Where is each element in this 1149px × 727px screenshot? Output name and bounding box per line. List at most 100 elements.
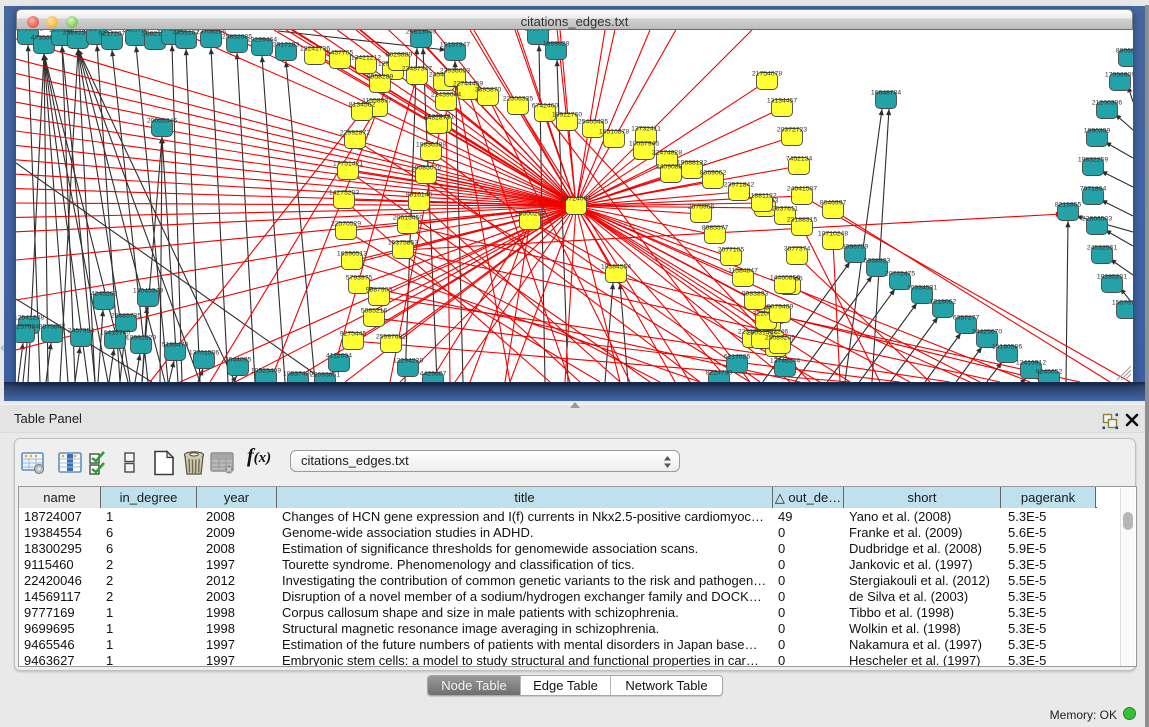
- svg-text:2457954: 2457954: [68, 328, 95, 335]
- svg-text:20372723: 20372723: [777, 127, 807, 134]
- svg-text:6482877: 6482877: [424, 115, 451, 122]
- svg-text:13241736: 13241736: [300, 46, 330, 53]
- svg-text:13421212: 13421212: [351, 55, 381, 62]
- svg-text:3395870: 3395870: [475, 87, 502, 94]
- svg-text:25089205: 25089205: [765, 335, 795, 342]
- svg-text:3644095: 3644095: [225, 357, 252, 364]
- svg-text:19523409: 19523409: [251, 368, 281, 375]
- svg-text:5938923: 5938923: [864, 258, 891, 265]
- svg-text:8134562: 8134562: [349, 102, 376, 109]
- svg-text:24532561: 24532561: [1087, 245, 1117, 252]
- svg-text:12541238: 12541238: [14, 315, 44, 322]
- svg-text:12416912: 12416912: [1016, 360, 1046, 367]
- svg-text:8224730: 8224730: [706, 370, 733, 377]
- svg-text:14275203: 14275203: [329, 190, 359, 197]
- svg-text:23188315: 23188315: [787, 217, 817, 224]
- svg-text:17956909: 17956909: [1105, 72, 1135, 79]
- svg-text:5685216: 5685216: [361, 308, 388, 315]
- svg-text:21754078: 21754078: [752, 71, 782, 78]
- svg-text:15157347: 15157347: [440, 42, 470, 49]
- svg-text:6742460: 6742460: [532, 103, 559, 110]
- svg-text:7452134: 7452134: [786, 156, 813, 163]
- svg-text:22306335: 22306335: [503, 96, 533, 103]
- svg-text:9958289: 9958289: [367, 74, 394, 81]
- svg-text:5793975: 5793975: [346, 275, 373, 282]
- svg-text:21439044: 21439044: [431, 92, 461, 99]
- svg-text:7671884: 7671884: [1080, 186, 1107, 193]
- svg-text:9875847: 9875847: [39, 324, 66, 331]
- svg-text:20053346: 20053346: [147, 118, 177, 125]
- svg-text:10057945: 10057945: [629, 141, 659, 148]
- svg-text:19836388: 19836388: [416, 142, 446, 149]
- svg-text:22570529: 22570529: [331, 221, 361, 228]
- svg-text:9275445: 9275445: [340, 331, 367, 338]
- svg-text:24641507: 24641507: [787, 186, 817, 193]
- svg-text:10837430: 10837430: [283, 371, 313, 378]
- svg-text:25465435: 25465435: [578, 119, 608, 126]
- svg-text:3677374: 3677374: [784, 246, 811, 253]
- svg-text:16510878: 16510878: [599, 129, 629, 136]
- svg-text:23971842: 23971842: [724, 182, 754, 189]
- svg-text:21257684: 21257684: [9, 324, 39, 331]
- svg-text:23487347: 23487347: [402, 66, 432, 73]
- svg-text:20772475: 20772475: [885, 271, 915, 278]
- svg-text:1890399: 1890399: [1084, 128, 1111, 135]
- svg-text:8646997: 8646997: [820, 200, 847, 207]
- svg-text:8806804: 8806804: [1116, 48, 1143, 55]
- svg-text:1218062: 1218062: [930, 299, 957, 306]
- svg-text:1999828: 1999828: [543, 41, 570, 48]
- svg-text:4429607: 4429607: [420, 371, 447, 378]
- svg-text:18724007: 18724007: [561, 196, 591, 203]
- svg-text:9816145: 9816145: [406, 192, 433, 199]
- svg-text:4245263: 4245263: [91, 291, 118, 298]
- svg-text:8079409: 8079409: [767, 304, 794, 311]
- svg-text:9217207: 9217207: [99, 31, 126, 38]
- svg-text:24425670: 24425670: [972, 329, 1002, 336]
- svg-text:13134457: 13134457: [767, 98, 797, 105]
- svg-text:18992829: 18992829: [126, 335, 156, 342]
- svg-text:10710248: 10710248: [818, 231, 848, 238]
- svg-text:22806503: 22806503: [1082, 216, 1112, 223]
- svg-text:9887903: 9887903: [366, 287, 393, 294]
- svg-text:19384554: 19384554: [601, 264, 631, 271]
- svg-text:8029889: 8029889: [386, 52, 413, 59]
- svg-text:10334531: 10334531: [907, 285, 937, 292]
- svg-text:22474828: 22474828: [652, 150, 682, 157]
- svg-text:20615450: 20615450: [393, 215, 423, 222]
- svg-text:13045349: 13045349: [133, 288, 163, 295]
- svg-text:21200396: 21200396: [1092, 100, 1122, 107]
- svg-text:13748244: 13748244: [770, 358, 800, 365]
- svg-text:6217026: 6217026: [724, 354, 751, 361]
- svg-text:19688132: 19688132: [677, 160, 707, 167]
- svg-text:5188470: 5188470: [162, 342, 189, 349]
- svg-text:3917183: 3917183: [273, 42, 300, 49]
- svg-text:6457765: 6457765: [327, 50, 354, 57]
- svg-text:11881122: 11881122: [747, 193, 776, 200]
- svg-text:15375853: 15375853: [388, 240, 418, 247]
- svg-text:8369062: 8369062: [700, 170, 727, 177]
- svg-text:18922760: 18922760: [552, 112, 582, 119]
- svg-text:22093651: 22093651: [310, 372, 340, 379]
- svg-text:4112034: 4112034: [326, 353, 352, 360]
- svg-text:9245652: 9245652: [1036, 369, 1063, 376]
- svg-text:23936053: 23936053: [440, 68, 470, 75]
- svg-text:16648784: 16648784: [871, 90, 901, 97]
- svg-text:15180586: 15180586: [992, 344, 1022, 351]
- svg-text:25300293: 25300293: [515, 211, 545, 218]
- svg-text:6357277: 6357277: [953, 315, 980, 322]
- svg-text:16396513: 16396513: [337, 251, 367, 258]
- svg-text:8215955: 8215955: [1055, 202, 1082, 209]
- svg-text:19832259: 19832259: [1078, 157, 1108, 164]
- svg-text:25997682: 25997682: [376, 334, 406, 341]
- svg-text:2537611: 2537611: [772, 206, 798, 213]
- svg-text:8396759: 8396759: [842, 244, 869, 251]
- svg-text:8685577: 8685577: [702, 225, 729, 232]
- svg-text:17751421: 17751421: [333, 161, 363, 168]
- svg-text:11584847: 11584847: [728, 268, 758, 275]
- svg-text:12294238: 12294238: [393, 358, 423, 365]
- svg-text:19285201: 19285201: [1097, 274, 1127, 281]
- svg-text:13701506: 13701506: [189, 350, 219, 357]
- svg-text:19085076: 19085076: [411, 165, 441, 172]
- svg-text:15076749: 15076749: [1112, 300, 1142, 307]
- svg-text:14460856: 14460856: [770, 275, 800, 282]
